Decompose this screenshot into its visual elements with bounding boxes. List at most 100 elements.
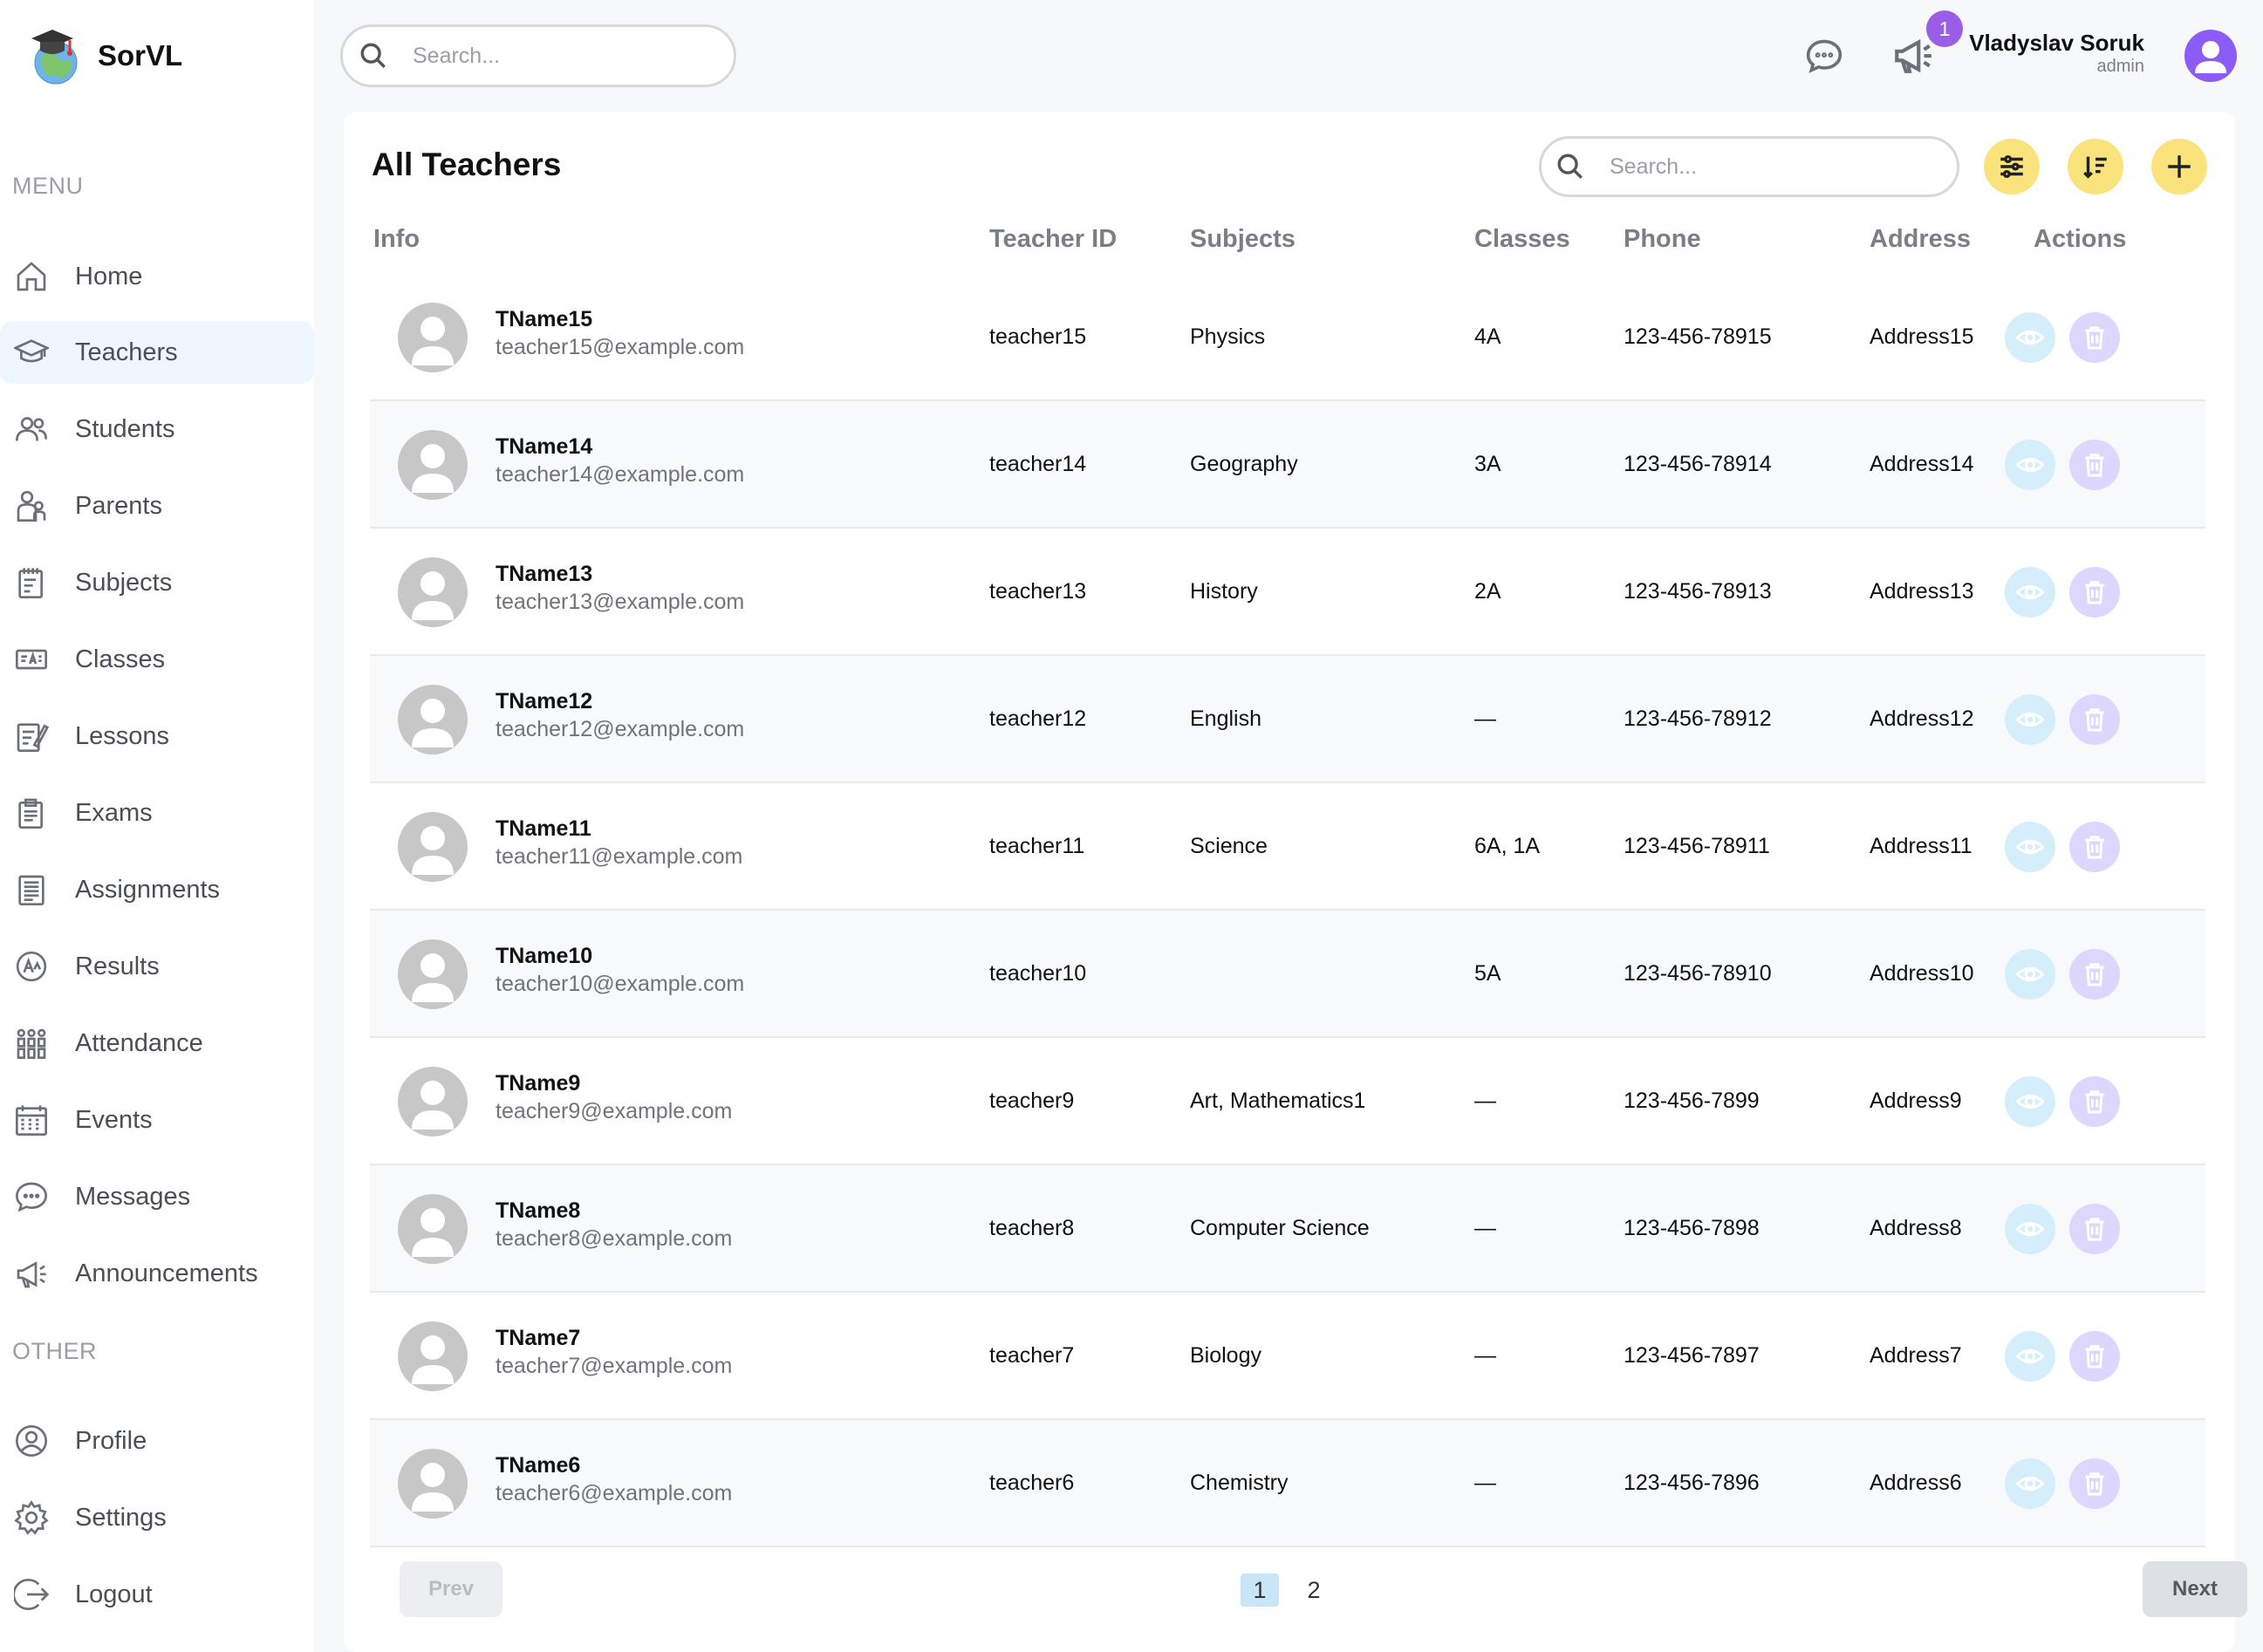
- trash-icon: [2081, 1342, 2109, 1370]
- table-row[interactable]: TName9 teacher9@example.com teacher9 Art, M…: [370, 1038, 2205, 1165]
- teacher-classes: 6A, 1A: [1474, 833, 1541, 858]
- teacher-subjects: Geography: [1190, 451, 1298, 476]
- teacher-address: Address9: [1870, 1088, 1962, 1113]
- home-icon: [12, 257, 51, 296]
- delete-button[interactable]: [2069, 1204, 2120, 1254]
- teacher-id: teacher10: [989, 960, 1087, 986]
- table-row[interactable]: TName14 teacher14@example.com teacher14 Geo…: [370, 401, 2205, 529]
- lessons-icon: [12, 717, 51, 755]
- teacher-email: teacher7@example.com: [496, 1354, 733, 1378]
- view-button[interactable]: [2005, 822, 2055, 872]
- table-search-input[interactable]: [1610, 154, 1889, 180]
- column-header-subjects[interactable]: Subjects: [1190, 225, 1296, 254]
- messages-button[interactable]: [1804, 37, 1848, 77]
- sidebar-item-events[interactable]: Events: [0, 1089, 314, 1151]
- sidebar-item-results[interactable]: Results: [0, 935, 314, 998]
- table-row[interactable]: TName10 teacher10@example.com teacher10 5A 1…: [370, 911, 2205, 1038]
- view-button[interactable]: [2005, 312, 2055, 363]
- sidebar-item-logout[interactable]: Logout: [0, 1563, 314, 1626]
- table-search[interactable]: [1539, 136, 1959, 197]
- global-search[interactable]: [340, 24, 736, 87]
- teachers-panel: All Teachers Info Teacher ID Subjects Cl…: [344, 112, 2247, 1652]
- sidebar-item-students[interactable]: Students: [0, 398, 314, 461]
- sidebar-item-label: Messages: [75, 1182, 191, 1211]
- next-page-button[interactable]: Next: [2143, 1561, 2247, 1617]
- teacher-phone: 123-456-7897: [1624, 1342, 1760, 1368]
- teacher-phone: 123-456-7896: [1624, 1470, 1760, 1495]
- delete-button[interactable]: [2069, 567, 2120, 618]
- column-header-classes[interactable]: Classes: [1474, 225, 1570, 254]
- sidebar-item-label: Settings: [75, 1503, 167, 1532]
- eye-icon: [2016, 1470, 2044, 1498]
- column-header-teacher-id[interactable]: Teacher ID: [989, 225, 1117, 254]
- sidebar-item-parents[interactable]: Parents: [0, 474, 314, 537]
- delete-button[interactable]: [2069, 822, 2120, 872]
- user-avatar[interactable]: [2184, 30, 2237, 82]
- column-header-phone[interactable]: Phone: [1624, 225, 1701, 254]
- sidebar-item-home[interactable]: Home: [0, 245, 314, 308]
- teacher-phone: 123-456-78912: [1624, 706, 1772, 731]
- sidebar-item-announcements[interactable]: Announcements: [0, 1242, 314, 1305]
- sidebar-item-messages[interactable]: Messages: [0, 1165, 314, 1228]
- teacher-subjects: Chemistry: [1190, 1470, 1289, 1495]
- teacher-name: TName10: [496, 944, 593, 968]
- sidebar-item-subjects[interactable]: Subjects: [0, 551, 314, 614]
- teacher-classes: —: [1474, 1470, 1496, 1495]
- delete-button[interactable]: [2069, 440, 2120, 490]
- teacher-id: teacher7: [989, 1342, 1075, 1368]
- sidebar-item-lessons[interactable]: Lessons: [0, 705, 314, 768]
- sidebar-item-classes[interactable]: Classes: [0, 628, 314, 691]
- view-button[interactable]: [2005, 1458, 2055, 1509]
- view-button[interactable]: [2005, 694, 2055, 745]
- column-header-info[interactable]: Info: [373, 225, 420, 254]
- table-row[interactable]: TName15 teacher15@example.com teacher15 Phy…: [370, 274, 2205, 401]
- teacher-avatar: [398, 685, 468, 754]
- delete-button[interactable]: [2069, 1458, 2120, 1509]
- delete-button[interactable]: [2069, 694, 2120, 745]
- add-teacher-button[interactable]: [2151, 139, 2207, 195]
- filter-button[interactable]: [1984, 139, 2040, 195]
- teacher-phone: 123-456-7899: [1624, 1088, 1760, 1113]
- sidebar-item-exams[interactable]: Exams: [0, 782, 314, 844]
- app-logo[interactable]: SorVL: [26, 24, 182, 87]
- eye-icon: [2016, 833, 2044, 861]
- sidebar-item-profile[interactable]: Profile: [0, 1410, 314, 1472]
- teacher-address: Address13: [1870, 578, 1974, 604]
- sidebar-item-label: Results: [75, 952, 160, 980]
- sidebar-item-teachers[interactable]: Teachers: [0, 321, 314, 384]
- user-avatar-icon: [2195, 41, 2226, 73]
- view-button[interactable]: [2005, 567, 2055, 618]
- delete-button[interactable]: [2069, 949, 2120, 1000]
- view-button[interactable]: [2005, 440, 2055, 490]
- delete-button[interactable]: [2069, 1331, 2120, 1382]
- delete-button[interactable]: [2069, 312, 2120, 363]
- teacher-classes: 2A: [1474, 578, 1501, 604]
- global-search-input[interactable]: [413, 43, 692, 69]
- view-button[interactable]: [2005, 1076, 2055, 1127]
- table-row[interactable]: TName6 teacher6@example.com teacher6 Chemis…: [370, 1420, 2205, 1547]
- teacher-address: Address6: [1870, 1470, 1962, 1495]
- table-row[interactable]: TName7 teacher7@example.com teacher7 Biolog…: [370, 1293, 2205, 1420]
- view-button[interactable]: [2005, 1331, 2055, 1382]
- table-row[interactable]: TName12 teacher12@example.com teacher12 Eng…: [370, 656, 2205, 783]
- column-header-address[interactable]: Address: [1870, 225, 1971, 254]
- sidebar-item-settings[interactable]: Settings: [0, 1486, 314, 1549]
- teacher-name: TName15: [496, 307, 593, 331]
- sidebar-item-label: Students: [75, 414, 175, 443]
- table-row[interactable]: TName8 teacher8@example.com teacher8 Comput…: [370, 1165, 2205, 1293]
- sidebar-item-attendance[interactable]: Attendance: [0, 1012, 314, 1075]
- teacher-email: teacher14@example.com: [496, 462, 745, 487]
- menu-section-label: MENU: [12, 173, 84, 199]
- page-1-button[interactable]: 1: [1241, 1573, 1279, 1607]
- table-row[interactable]: TName11 teacher11@example.com teacher11 Sci…: [370, 783, 2205, 911]
- sidebar-item-assignments[interactable]: Assignments: [0, 858, 314, 921]
- table-row[interactable]: TName13 teacher13@example.com teacher13 His…: [370, 529, 2205, 656]
- teacher-classes: 5A: [1474, 960, 1501, 986]
- page-2-button[interactable]: 2: [1295, 1573, 1333, 1607]
- delete-button[interactable]: [2069, 1076, 2120, 1127]
- prev-page-button[interactable]: Prev: [400, 1561, 503, 1617]
- view-button[interactable]: [2005, 1204, 2055, 1254]
- view-button[interactable]: [2005, 949, 2055, 1000]
- trash-icon: [2081, 1215, 2109, 1243]
- sort-button[interactable]: [2068, 139, 2123, 195]
